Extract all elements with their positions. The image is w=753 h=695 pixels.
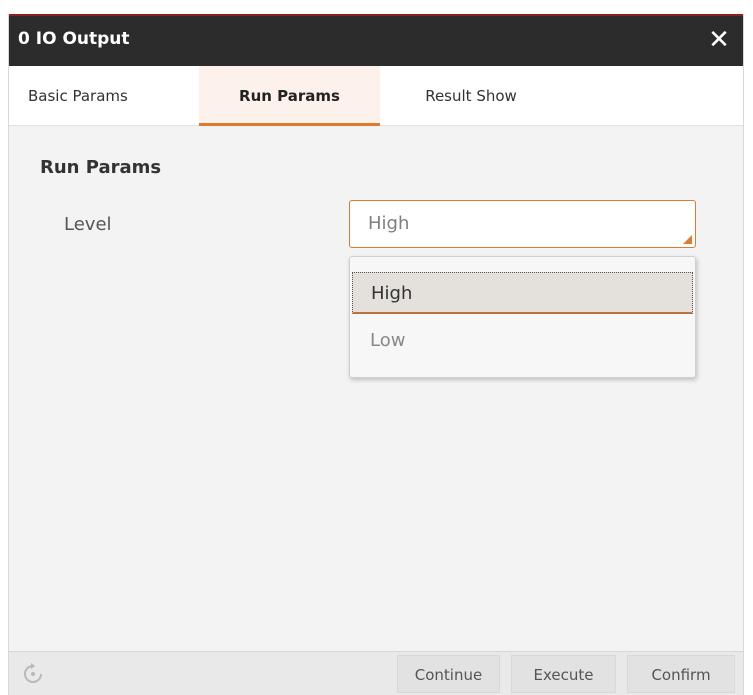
dialog-title: 0 IO Output bbox=[18, 29, 130, 49]
tab-run-params[interactable]: Run Params bbox=[199, 66, 380, 126]
close-icon[interactable]: ✕ bbox=[703, 22, 735, 58]
footer-bar: Continue Execute Confirm bbox=[9, 651, 743, 695]
execute-button[interactable]: Execute bbox=[511, 655, 616, 693]
level-label: Level bbox=[64, 214, 112, 235]
option-low[interactable]: Low bbox=[352, 320, 693, 362]
dropdown-corner-icon bbox=[683, 235, 692, 244]
level-dropdown-list: High Low bbox=[349, 256, 696, 378]
option-high[interactable]: High bbox=[352, 272, 693, 314]
confirm-button[interactable]: Confirm bbox=[627, 655, 735, 693]
title-bar: 0 IO Output ✕ bbox=[9, 14, 743, 66]
tab-bar: Basic Params Run Params Result Show bbox=[9, 66, 743, 126]
level-select[interactable]: High bbox=[349, 200, 696, 248]
tab-basic-params[interactable]: Basic Params bbox=[28, 66, 168, 126]
level-select-value: High bbox=[368, 213, 410, 234]
tab-result-show[interactable]: Result Show bbox=[411, 66, 531, 126]
io-output-dialog: 0 IO Output ✕ Basic Params Run Params Re… bbox=[8, 14, 744, 695]
section-title: Run Params bbox=[40, 157, 162, 178]
refresh-icon[interactable] bbox=[22, 663, 44, 685]
continue-button[interactable]: Continue bbox=[397, 655, 500, 693]
